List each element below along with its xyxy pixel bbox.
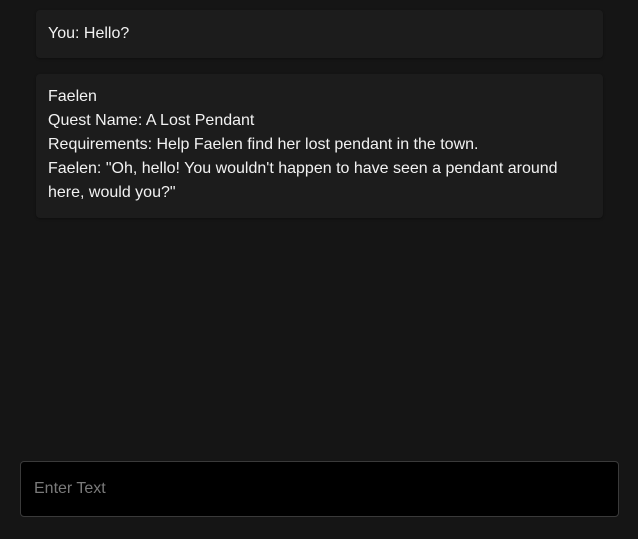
chat-input[interactable] [21,462,618,516]
npc-name: Faelen [48,88,97,105]
quest-name: Quest Name: A Lost Pendant [48,112,255,129]
text-input-container [20,461,619,517]
quest-requirements: Requirements: Help Faelen find her lost … [48,136,479,153]
game-chat-screen: You: Hello? Faelen Quest Name: A Lost Pe… [0,0,638,539]
user-message-text: You: Hello? [48,25,130,42]
user-message: You: Hello? [36,10,603,58]
npc-dialogue: Faelen: "Oh, hello! You wouldn't happen … [48,160,558,201]
npc-quest-message: Faelen Quest Name: A Lost Pendant Requir… [36,74,603,218]
